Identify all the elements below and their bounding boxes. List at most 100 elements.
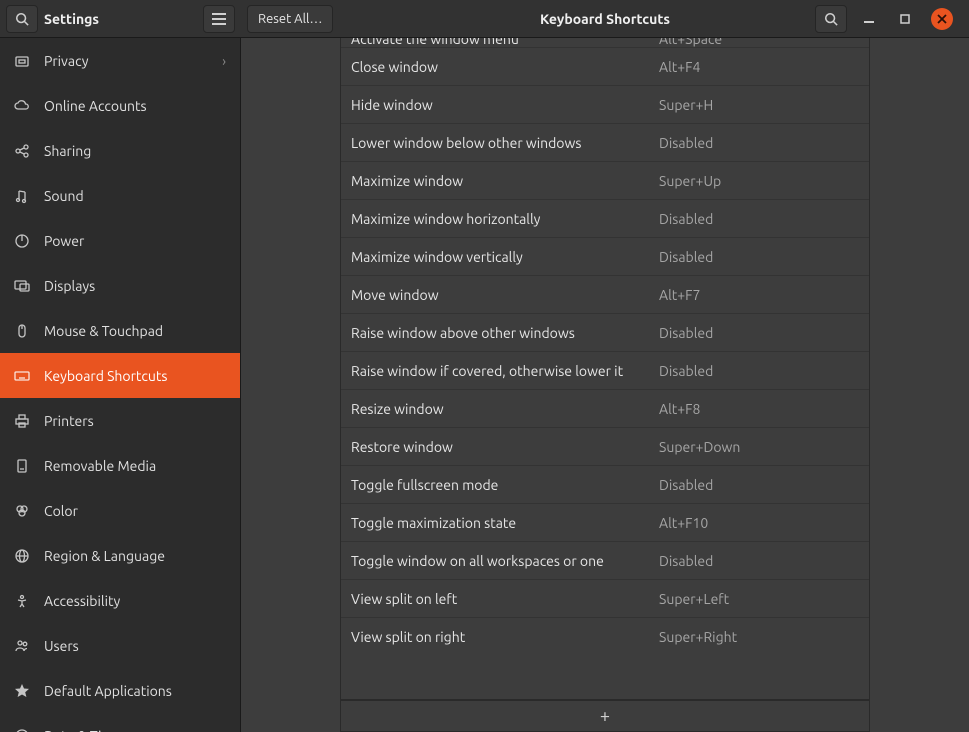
shortcut-row[interactable]: Maximize windowSuper+Up <box>341 162 869 200</box>
printer-icon <box>14 413 30 429</box>
shortcut-row[interactable]: Hide windowSuper+H <box>341 86 869 124</box>
sidebar-item-label: Displays <box>44 278 95 294</box>
color-icon <box>14 503 30 519</box>
sidebar-item-displays[interactable]: Displays <box>0 263 240 308</box>
titlebar: Settings Reset All… Keyboard Shortcuts <box>0 0 969 38</box>
shortcut-name: Activate the window menu <box>351 38 659 47</box>
sidebar-item-printers[interactable]: Printers <box>0 398 240 443</box>
sidebar-item-removable-media[interactable]: Removable Media <box>0 443 240 488</box>
shortcuts-panel: Activate the window menuAlt+SpaceClose w… <box>340 38 870 732</box>
access-icon <box>14 593 30 609</box>
shortcut-name: Maximize window vertically <box>351 249 659 265</box>
privacy-icon <box>14 53 30 69</box>
search-shortcuts-button[interactable] <box>815 5 847 33</box>
sidebar-item-label: Removable Media <box>44 458 156 474</box>
shortcut-key: Disabled <box>659 211 713 227</box>
sidebar-item-label: Region & Language <box>44 548 165 564</box>
sidebar-item-label: Users <box>44 638 79 654</box>
shortcut-row[interactable]: Raise window above other windowsDisabled <box>341 314 869 352</box>
shortcut-key: Alt+F7 <box>659 287 700 303</box>
shortcut-name: Restore window <box>351 439 659 455</box>
globe-icon <box>14 548 30 564</box>
sidebar-item-color[interactable]: Color <box>0 488 240 533</box>
shortcut-row[interactable]: Toggle fullscreen modeDisabled <box>341 466 869 504</box>
sidebar-item-label: Power <box>44 233 84 249</box>
shortcut-key: Super+Up <box>659 173 721 189</box>
sidebar-item-region-language[interactable]: Region & Language <box>0 533 240 578</box>
shortcut-row[interactable]: Maximize window verticallyDisabled <box>341 238 869 276</box>
shortcut-row[interactable]: Toggle maximization stateAlt+F10 <box>341 504 869 542</box>
shortcut-row[interactable]: Raise window if covered, otherwise lower… <box>341 352 869 390</box>
sidebar-item-keyboard-shortcuts[interactable]: Keyboard Shortcuts <box>0 353 240 398</box>
displays-icon <box>14 278 30 294</box>
shortcut-row[interactable]: Move windowAlt+F7 <box>341 276 869 314</box>
shortcut-name: Resize window <box>351 401 659 417</box>
sidebar-item-power[interactable]: Power <box>0 218 240 263</box>
plus-icon: + <box>600 706 610 726</box>
menu-button[interactable] <box>203 5 235 33</box>
sidebar-item-label: Online Accounts <box>44 98 147 114</box>
shortcut-row[interactable]: Toggle window on all workspaces or oneDi… <box>341 542 869 580</box>
maximize-button[interactable] <box>895 9 915 29</box>
shortcut-row[interactable]: View split on leftSuper+Left <box>341 580 869 618</box>
sidebar-item-sharing[interactable]: Sharing <box>0 128 240 173</box>
sidebar-item-label: Privacy <box>44 53 88 69</box>
sidebar-item-label: Sound <box>44 188 84 204</box>
shortcut-name: Move window <box>351 287 659 303</box>
shortcut-name: Toggle maximization state <box>351 515 659 531</box>
shortcut-key: Disabled <box>659 325 713 341</box>
chevron-right-icon: › <box>222 53 226 69</box>
shortcut-key: Disabled <box>659 135 713 151</box>
reset-all-button[interactable]: Reset All… <box>247 5 333 33</box>
main-content: Activate the window menuAlt+SpaceClose w… <box>241 38 969 732</box>
shortcut-row[interactable]: Lower window below other windowsDisabled <box>341 124 869 162</box>
sidebar-item-default-applications[interactable]: Default Applications <box>0 668 240 713</box>
sound-icon <box>14 188 30 204</box>
shortcut-key: Super+Right <box>659 629 737 645</box>
add-shortcut-button[interactable]: + <box>340 700 870 732</box>
window-controls <box>853 8 963 30</box>
sidebar-item-sound[interactable]: Sound <box>0 173 240 218</box>
sidebar-item-privacy[interactable]: Privacy › <box>0 38 240 83</box>
titlebar-right: Reset All… Keyboard Shortcuts <box>241 5 969 33</box>
shortcut-key: Disabled <box>659 477 713 493</box>
shortcut-row[interactable]: Close windowAlt+F4 <box>341 48 869 86</box>
sidebar-item-online-accounts[interactable]: Online Accounts <box>0 83 240 128</box>
shortcut-list[interactable]: Activate the window menuAlt+SpaceClose w… <box>340 38 870 700</box>
sidebar-item-label: Date & Time <box>44 728 121 732</box>
shortcut-name: Maximize window <box>351 173 659 189</box>
shortcut-row[interactable]: View split on rightSuper+Right <box>341 618 869 656</box>
shortcut-name: Lower window below other windows <box>351 135 659 151</box>
sidebar-item-accessibility[interactable]: Accessibility <box>0 578 240 623</box>
sidebar-item-label: Printers <box>44 413 94 429</box>
shortcut-name: Toggle window on all workspaces or one <box>351 553 659 569</box>
shortcut-name: Hide window <box>351 97 659 113</box>
power-icon <box>14 233 30 249</box>
mouse-icon <box>14 323 30 339</box>
shortcut-key: Super+Left <box>659 591 729 607</box>
search-icon <box>824 12 838 26</box>
media-icon <box>14 458 30 474</box>
search-button[interactable] <box>6 5 38 33</box>
shortcut-name: Raise window if covered, otherwise lower… <box>351 363 659 379</box>
minimize-button[interactable] <box>859 9 879 29</box>
shortcut-row[interactable]: Resize windowAlt+F8 <box>341 390 869 428</box>
keyboard-icon <box>14 368 30 384</box>
shortcut-key: Super+H <box>659 97 713 113</box>
shortcut-name: Toggle fullscreen mode <box>351 477 659 493</box>
close-button[interactable] <box>931 8 953 30</box>
sidebar-item-date-time[interactable]: Date & Time <box>0 713 240 732</box>
cloud-icon <box>14 98 30 114</box>
sidebar-item-label: Sharing <box>44 143 91 159</box>
star-icon <box>14 683 30 699</box>
sidebar-item-label: Keyboard Shortcuts <box>44 368 167 384</box>
shortcut-row[interactable]: Maximize window horizontallyDisabled <box>341 200 869 238</box>
shortcut-row[interactable]: Activate the window menuAlt+Space <box>341 38 869 48</box>
sidebar-item-users[interactable]: Users <box>0 623 240 668</box>
share-icon <box>14 143 30 159</box>
shortcut-row[interactable]: Restore windowSuper+Down <box>341 428 869 466</box>
sidebar-item-mouse-touchpad[interactable]: Mouse & Touchpad <box>0 308 240 353</box>
close-icon <box>937 14 947 24</box>
sidebar[interactable]: Privacy › Online Accounts Sharing Sound Power… <box>0 38 241 732</box>
sidebar-item-label: Accessibility <box>44 593 120 609</box>
